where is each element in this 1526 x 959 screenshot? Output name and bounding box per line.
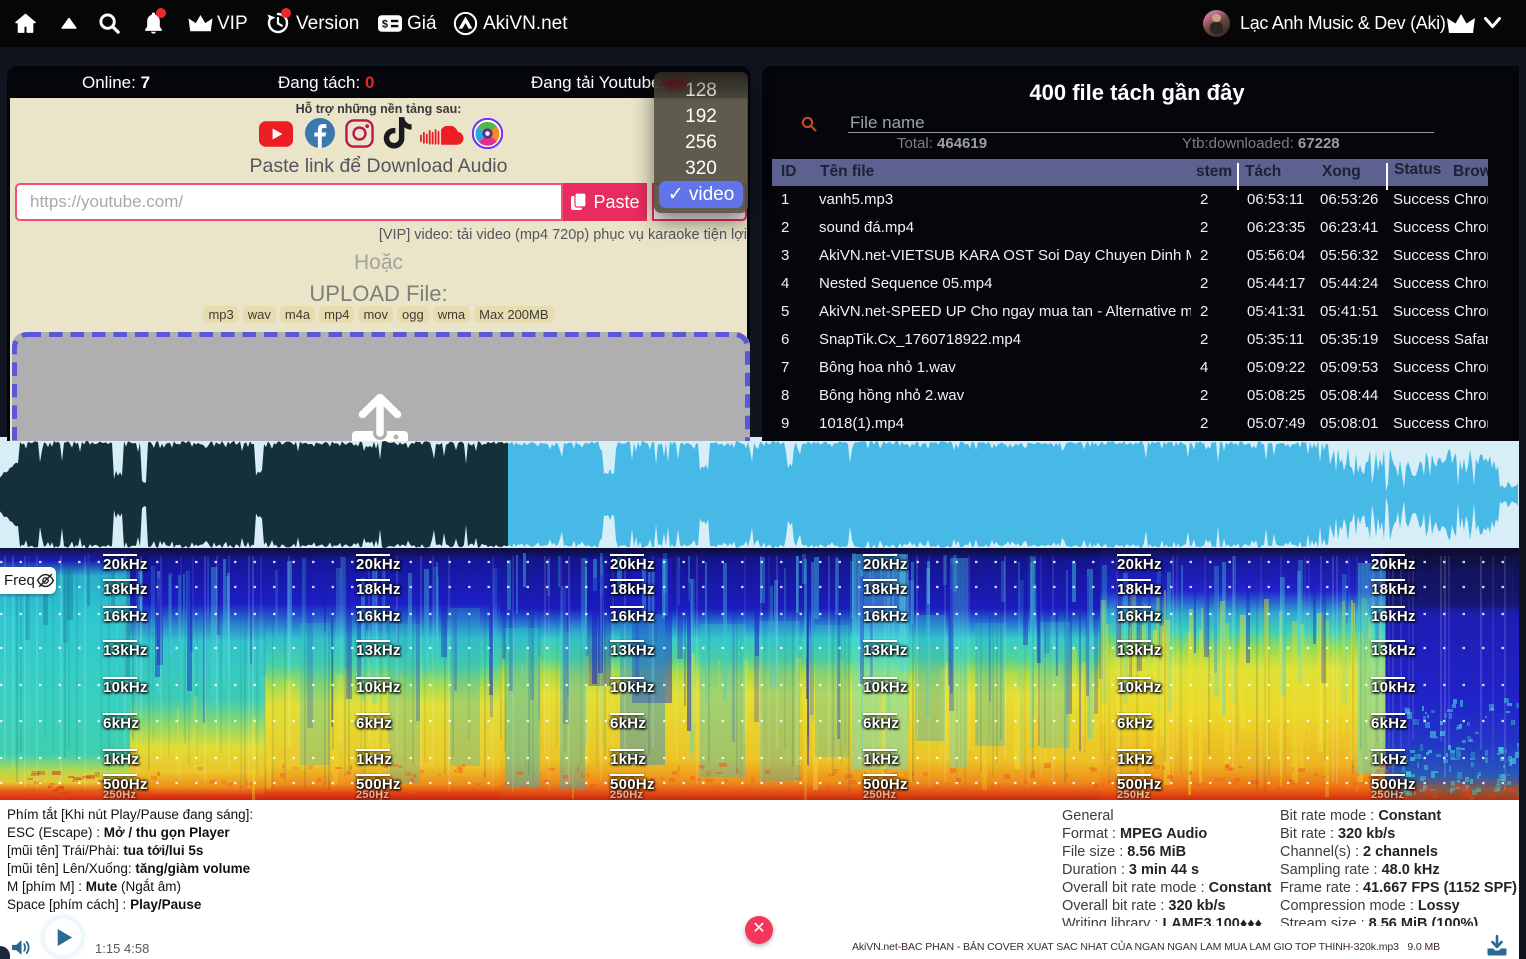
svg-text:$: $ xyxy=(382,19,388,31)
